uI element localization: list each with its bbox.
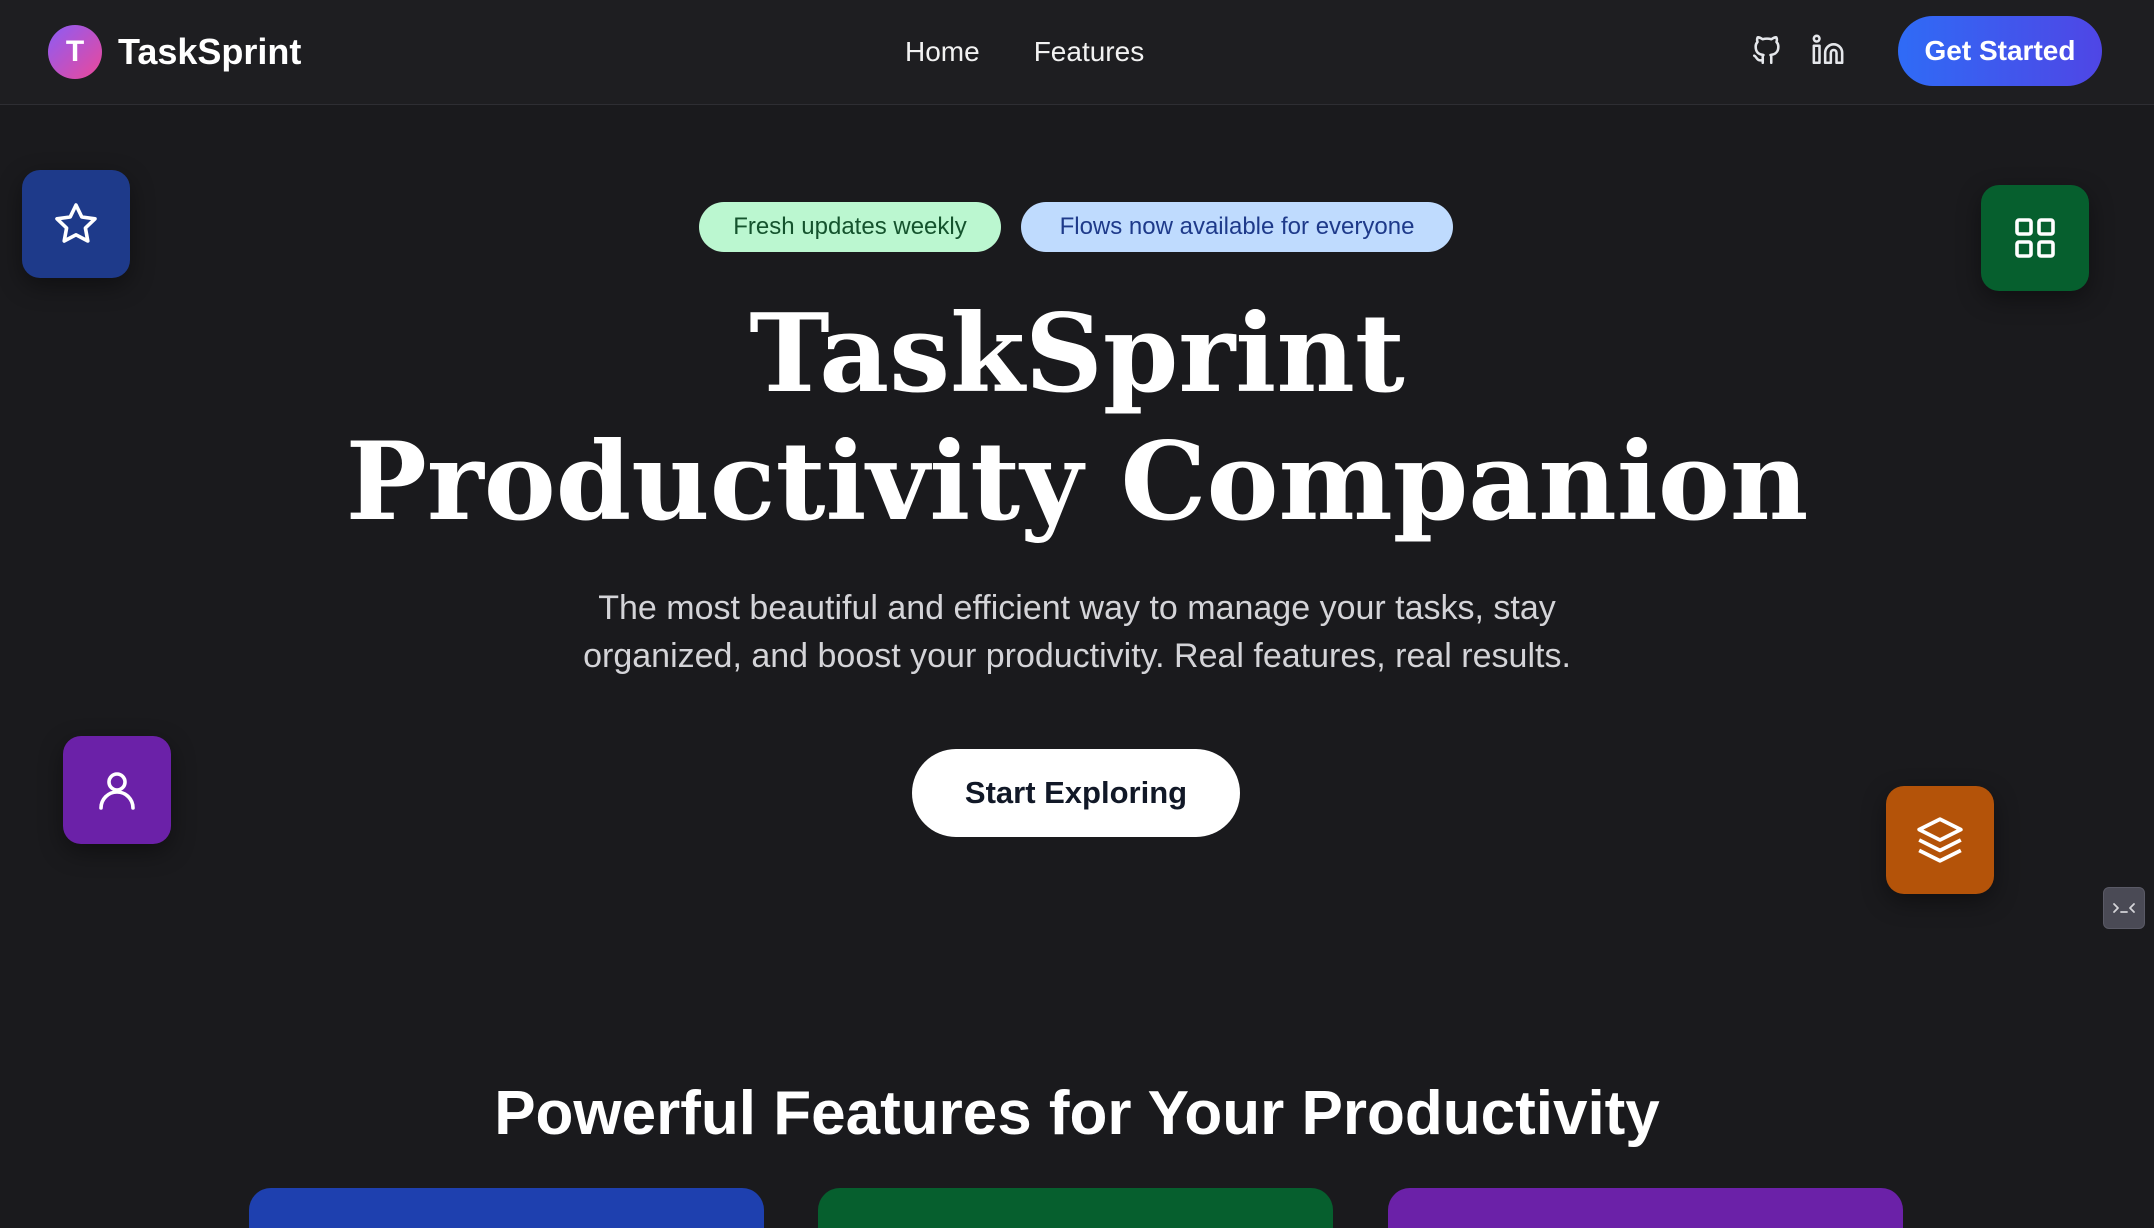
feature-card[interactable] bbox=[818, 1188, 1333, 1228]
brand-logo[interactable]: T TaskSprint bbox=[48, 24, 301, 80]
nav-link-home[interactable]: Home bbox=[905, 36, 980, 68]
main-nav: Home Features bbox=[905, 28, 1144, 76]
layers-icon bbox=[1917, 817, 1963, 863]
floating-tile-layers bbox=[1886, 786, 1994, 894]
brand-name: TaskSprint bbox=[118, 31, 302, 72]
badge-fresh-updates: Fresh updates weekly bbox=[699, 202, 1001, 252]
start-exploring-button[interactable]: Start Exploring bbox=[912, 749, 1240, 837]
top-navbar: T TaskSprint Home Features Get Started bbox=[0, 0, 2154, 105]
dev-tools-icon[interactable] bbox=[2103, 887, 2145, 929]
hero-title-line1: TaskSprint bbox=[749, 291, 1405, 417]
star-icon bbox=[55, 203, 97, 243]
linkedin-icon[interactable] bbox=[1808, 30, 1848, 70]
get-started-button[interactable]: Get Started bbox=[1898, 16, 2102, 86]
hero-subtitle: The most beautiful and efficient way to … bbox=[583, 589, 1571, 675]
github-icon[interactable] bbox=[1747, 30, 1787, 70]
user-icon bbox=[99, 772, 135, 810]
grid-icon bbox=[2015, 218, 2055, 258]
nav-link-features[interactable]: Features bbox=[1034, 36, 1145, 68]
floating-tile-star bbox=[22, 170, 130, 278]
logo-icon: T bbox=[48, 25, 102, 79]
feature-card[interactable] bbox=[1388, 1188, 1903, 1228]
features-section-title: Powerful Features for Your Productivity bbox=[494, 1079, 1660, 1148]
badge-fresh-updates-label: Fresh updates weekly bbox=[733, 213, 967, 240]
badge-flows-available: Flows now available for everyone bbox=[1021, 202, 1453, 252]
floating-tile-grid bbox=[1981, 185, 2089, 291]
hero-title-line2: Productivity Companion bbox=[345, 419, 1809, 545]
floating-tile-user bbox=[63, 736, 171, 844]
badge-flows-available-label: Flows now available for everyone bbox=[1059, 213, 1415, 240]
feature-card[interactable] bbox=[249, 1188, 764, 1228]
